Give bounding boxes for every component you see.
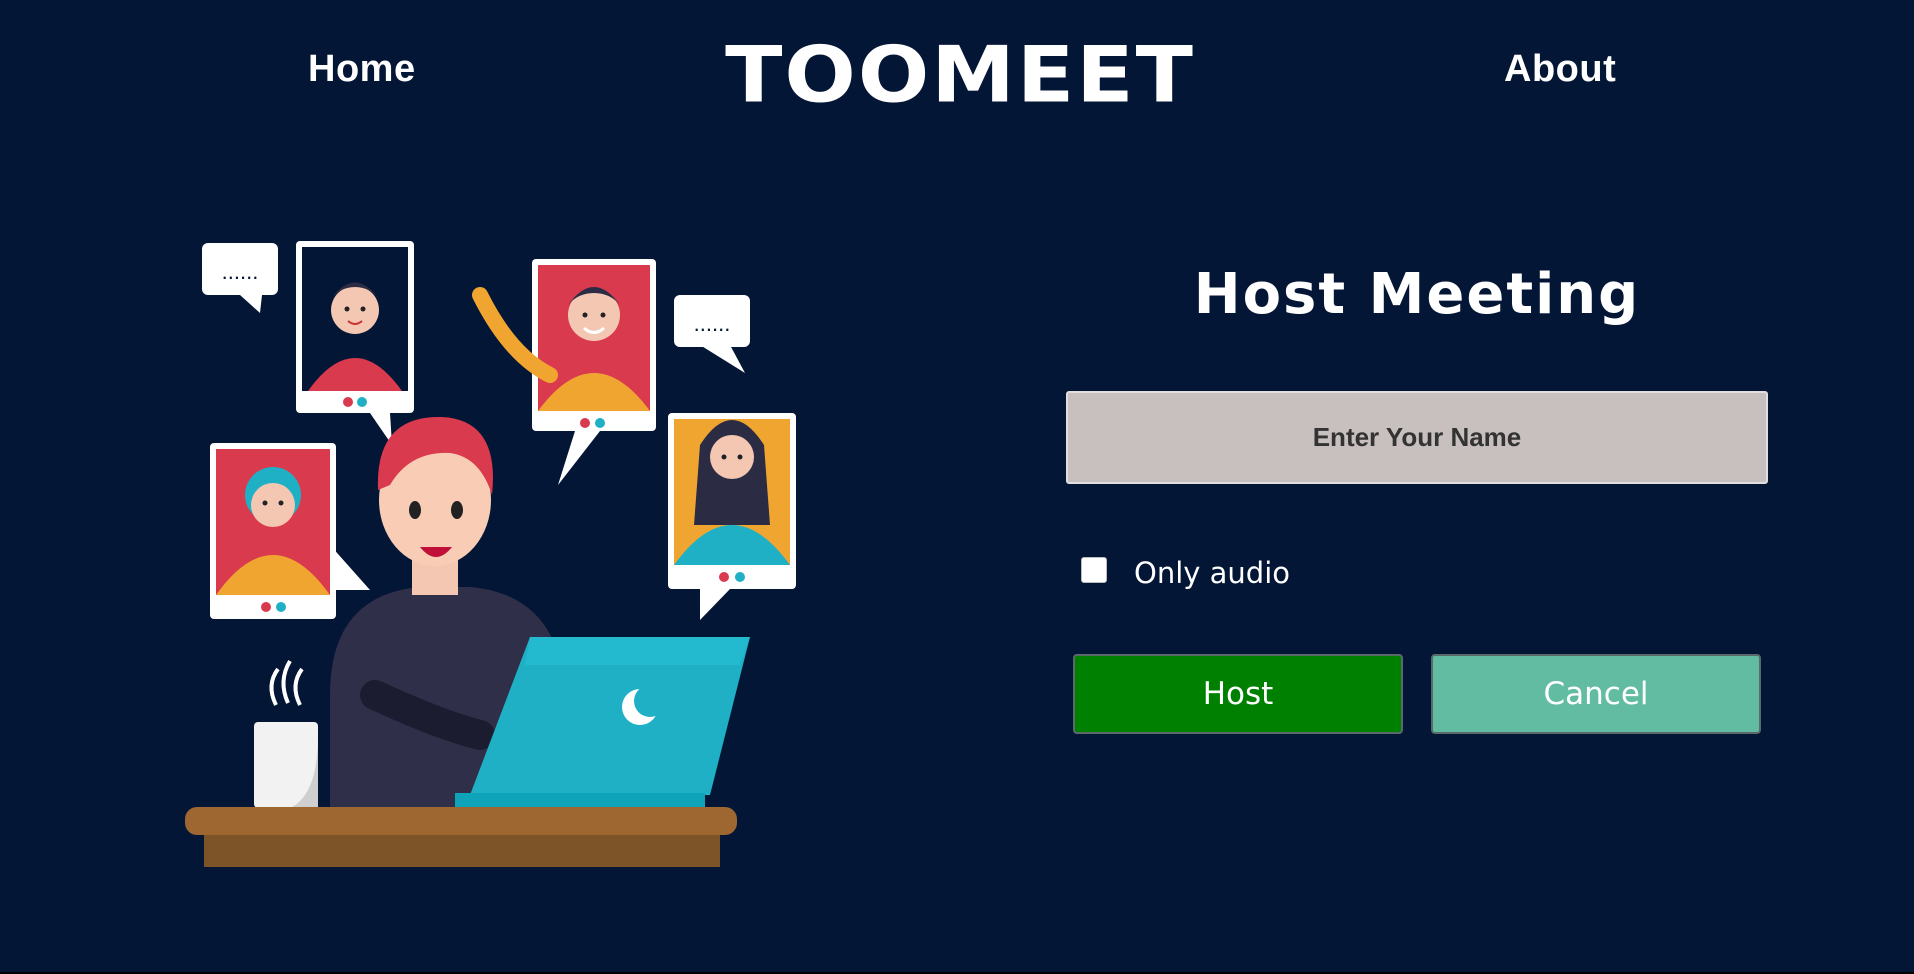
chat-bubble-icon: ...... — [674, 295, 750, 373]
only-audio-checkbox[interactable] — [1081, 557, 1107, 583]
video-participant-icon — [472, 259, 656, 485]
video-participant-icon — [296, 241, 414, 445]
host-meeting-title: Host Meeting — [1193, 262, 1641, 327]
name-input[interactable] — [1066, 391, 1768, 484]
host-button[interactable]: Host — [1073, 654, 1403, 734]
cancel-button[interactable]: Cancel — [1431, 654, 1761, 734]
only-audio-label: Only audio — [1134, 556, 1291, 590]
svg-text:......: ...... — [222, 259, 259, 284]
svg-text:......: ...... — [694, 311, 731, 336]
nav-home-link[interactable]: Home — [308, 48, 416, 91]
toomeet-logo: TOOMEET — [725, 29, 1195, 121]
video-participant-icon — [668, 413, 796, 620]
desk-icon — [185, 807, 737, 867]
chat-bubble-icon: ...... — [202, 243, 278, 313]
video-participant-icon — [210, 443, 370, 619]
nav-about-link[interactable]: About — [1504, 48, 1616, 91]
page: Home TOOMEET About ...... ...... Host Me… — [0, 0, 1914, 972]
video-call-illustration: ...... ...... — [185, 241, 796, 867]
coffee-mug-icon — [254, 659, 318, 808]
